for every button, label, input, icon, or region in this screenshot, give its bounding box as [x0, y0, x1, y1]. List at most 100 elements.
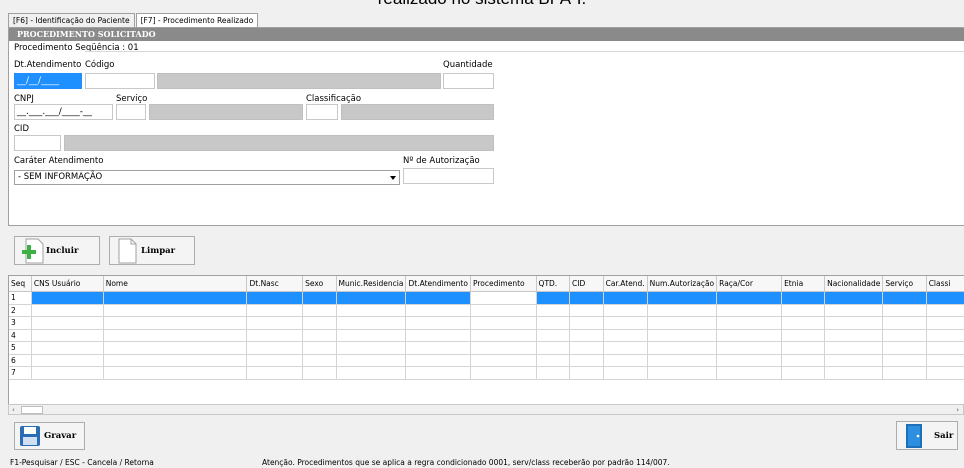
column-header[interactable]: Etnia	[781, 276, 826, 292]
table-cell[interactable]	[716, 291, 783, 305]
table-cell[interactable]	[716, 341, 783, 355]
table-row[interactable]: 2	[9, 304, 964, 317]
table-cell[interactable]	[336, 329, 407, 342]
column-header[interactable]: Raça/Cor	[716, 276, 783, 292]
column-header[interactable]: Sexo	[302, 276, 337, 292]
column-header[interactable]: Nome	[103, 276, 248, 292]
scroll-left-icon[interactable]: ‹	[12, 406, 15, 414]
table-cell[interactable]	[882, 354, 927, 367]
incluir-button[interactable]: Incluir	[14, 236, 100, 265]
procedures-grid[interactable]: Seq CNS Usuário Nome Dt.Nasc Sexo Munic.Resid…	[8, 275, 964, 406]
table-cell[interactable]	[603, 354, 648, 367]
table-cell[interactable]	[603, 316, 648, 330]
column-header[interactable]: Car.Atend.	[603, 276, 648, 292]
table-cell[interactable]	[781, 341, 826, 355]
table-cell[interactable]	[647, 316, 718, 330]
row-seq[interactable]: 1	[9, 291, 32, 305]
table-cell[interactable]	[647, 304, 718, 317]
table-cell[interactable]	[246, 341, 304, 355]
table-cell[interactable]	[31, 329, 104, 342]
table-cell[interactable]	[302, 366, 337, 380]
table-row[interactable]: 3	[9, 316, 964, 330]
table-row[interactable]: 6	[9, 354, 964, 367]
table-cell[interactable]	[824, 291, 884, 305]
table-cell[interactable]	[31, 366, 104, 380]
dt-atendimento-input[interactable]: __/__/____	[14, 73, 82, 89]
row-seq[interactable]: 7	[9, 366, 32, 380]
table-cell[interactable]	[470, 366, 537, 380]
table-cell[interactable]	[536, 304, 571, 317]
table-cell[interactable]	[569, 291, 604, 305]
gravar-button[interactable]: Gravar	[14, 422, 85, 450]
table-cell[interactable]	[926, 366, 964, 380]
table-cell[interactable]	[405, 341, 471, 355]
codigo-input[interactable]	[85, 73, 155, 89]
table-cell[interactable]	[103, 366, 248, 380]
table-cell[interactable]	[336, 316, 407, 330]
table-cell[interactable]	[103, 316, 248, 330]
table-row[interactable]: 1	[9, 291, 964, 305]
limpar-button[interactable]: Limpar	[109, 236, 195, 265]
column-header[interactable]: Dt.Nasc	[246, 276, 304, 292]
table-cell[interactable]	[103, 354, 248, 367]
table-cell[interactable]	[405, 354, 471, 367]
table-cell[interactable]	[926, 291, 964, 305]
table-cell[interactable]	[603, 341, 648, 355]
column-header[interactable]: Seq	[9, 276, 32, 292]
table-cell[interactable]	[716, 354, 783, 367]
table-cell[interactable]	[882, 291, 927, 305]
table-cell[interactable]	[31, 291, 104, 305]
classificacao-input[interactable]	[306, 104, 338, 120]
table-cell[interactable]	[569, 366, 604, 380]
column-header[interactable]: QTD.	[536, 276, 571, 292]
table-cell[interactable]	[470, 291, 537, 305]
table-cell[interactable]	[536, 354, 571, 367]
column-header[interactable]: CNS Usuário	[31, 276, 104, 292]
column-header[interactable]: Munic.Residencia	[336, 276, 407, 292]
table-cell[interactable]	[926, 354, 964, 367]
table-cell[interactable]	[405, 366, 471, 380]
table-cell[interactable]	[603, 304, 648, 317]
table-cell[interactable]	[336, 304, 407, 317]
table-cell[interactable]	[647, 329, 718, 342]
table-cell[interactable]	[103, 341, 248, 355]
table-cell[interactable]	[336, 354, 407, 367]
table-cell[interactable]	[882, 329, 927, 342]
tab-procedimento-realizado[interactable]: [F7] - Procedimento Realizado	[135, 13, 259, 27]
table-cell[interactable]	[336, 366, 407, 380]
table-row[interactable]: 4	[9, 329, 964, 342]
table-cell[interactable]	[882, 304, 927, 317]
table-cell[interactable]	[31, 304, 104, 317]
table-cell[interactable]	[882, 316, 927, 330]
table-cell[interactable]	[536, 366, 571, 380]
table-cell[interactable]	[302, 329, 337, 342]
table-cell[interactable]	[405, 291, 471, 305]
table-cell[interactable]	[926, 341, 964, 355]
table-cell[interactable]	[31, 316, 104, 330]
carater-atendimento-select[interactable]: - SEM INFORMAÇÃO	[14, 170, 400, 185]
table-cell[interactable]	[781, 316, 826, 330]
table-cell[interactable]	[246, 304, 304, 317]
table-cell[interactable]	[470, 329, 537, 342]
table-cell[interactable]	[716, 366, 783, 380]
table-cell[interactable]	[647, 354, 718, 367]
quantidade-input[interactable]	[443, 73, 494, 89]
table-cell[interactable]	[824, 316, 884, 330]
row-seq[interactable]: 2	[9, 304, 32, 317]
table-row[interactable]: 7	[9, 366, 964, 380]
table-cell[interactable]	[824, 329, 884, 342]
scrollbar-thumb[interactable]	[21, 406, 43, 414]
table-cell[interactable]	[536, 316, 571, 330]
table-cell[interactable]	[647, 341, 718, 355]
table-cell[interactable]	[536, 341, 571, 355]
table-cell[interactable]	[569, 341, 604, 355]
table-cell[interactable]	[31, 354, 104, 367]
cnpj-input[interactable]: __.___.___/____-__	[14, 104, 113, 120]
table-cell[interactable]	[781, 291, 826, 305]
table-cell[interactable]	[103, 329, 248, 342]
table-cell[interactable]	[647, 366, 718, 380]
table-cell[interactable]	[336, 341, 407, 355]
table-cell[interactable]	[470, 341, 537, 355]
table-cell[interactable]	[781, 329, 826, 342]
table-cell[interactable]	[824, 354, 884, 367]
